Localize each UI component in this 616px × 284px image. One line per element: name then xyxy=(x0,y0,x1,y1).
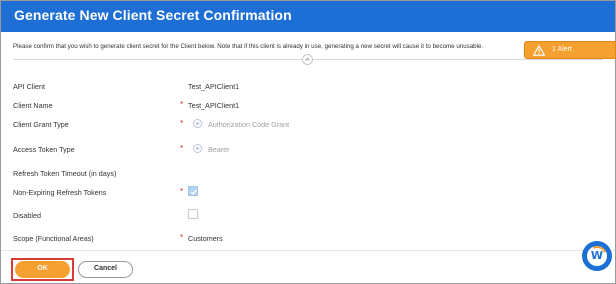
footer-divider xyxy=(1,250,615,251)
field-disabled: Disabled xyxy=(13,209,573,225)
api-client-value: Test_APIClient1 xyxy=(188,82,240,91)
field-client-grant-type: Client Grant Type * Authorization Code G… xyxy=(13,119,573,134)
field-access-token-type: Access Token Type * Bearer xyxy=(13,144,573,159)
warning-icon xyxy=(533,45,545,56)
field-label: Client Name xyxy=(13,101,53,110)
cancel-button[interactable]: Cancel xyxy=(78,261,133,278)
required-marker: * xyxy=(180,187,184,196)
field-refresh-token-timeout: Refresh Token Timeout (in days) xyxy=(13,169,573,183)
required-marker: * xyxy=(180,233,184,242)
grant-type-radio[interactable] xyxy=(193,119,202,128)
cancel-button-label: Cancel xyxy=(94,265,117,272)
field-non-expiring-refresh-tokens: Non-Expiring Refresh Tokens * xyxy=(13,186,573,202)
alert-label: 1 Alert xyxy=(552,46,572,53)
field-label: Non-Expiring Refresh Tokens xyxy=(13,188,107,197)
client-name-value: Test_APIClient1 xyxy=(188,101,240,110)
dialog-title: Generate New Client Secret Confirmation xyxy=(14,7,292,23)
field-scope: Scope (Functional Areas) * Customers xyxy=(13,233,573,248)
token-type-option-label: Bearer xyxy=(208,145,230,154)
grant-type-option-label: Authorization Code Grant xyxy=(208,120,290,129)
token-type-radio[interactable] xyxy=(193,144,202,153)
required-marker: * xyxy=(180,100,184,109)
scope-value: Customers xyxy=(188,234,223,243)
required-marker: * xyxy=(180,144,184,153)
checkmark-icon xyxy=(190,189,198,195)
field-label: API Client xyxy=(13,82,45,91)
chevron-up-icon xyxy=(305,57,310,61)
field-label: Client Grant Type xyxy=(13,120,69,129)
collapse-toggle[interactable] xyxy=(302,54,313,65)
field-label: Access Token Type xyxy=(13,145,75,154)
non-expiring-checkbox[interactable] xyxy=(188,186,198,196)
disabled-checkbox[interactable] xyxy=(188,209,198,219)
dialog-header: Generate New Client Secret Confirmation xyxy=(1,1,615,32)
logo-arc xyxy=(584,243,610,269)
field-label: Refresh Token Timeout (in days) xyxy=(13,169,117,178)
field-client-name: Client Name * Test_APIClient1 xyxy=(13,100,573,115)
field-api-client: API Client Test_APIClient1 xyxy=(13,82,573,96)
alert-button[interactable]: 1 Alert xyxy=(524,41,616,59)
ok-button[interactable]: OK xyxy=(15,261,70,278)
confirmation-message: Please confirm that you wish to generate… xyxy=(13,43,484,50)
assistant-button[interactable]: W xyxy=(582,241,612,271)
ok-button-label: OK xyxy=(37,265,48,272)
field-label: Scope (Functional Areas) xyxy=(13,234,94,243)
required-marker: * xyxy=(180,119,184,128)
field-label: Disabled xyxy=(13,211,41,220)
